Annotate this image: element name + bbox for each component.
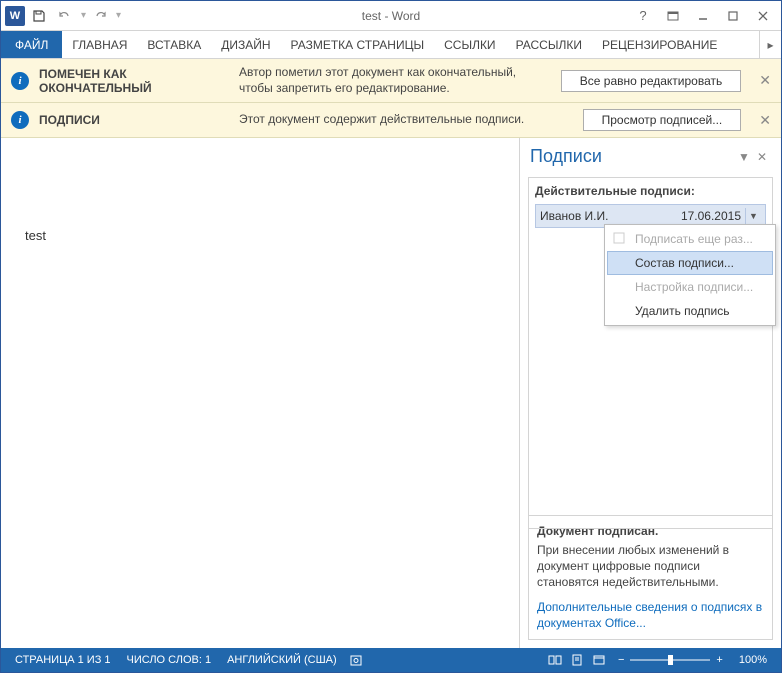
- menu-sign-again: Подписать еще раз...: [607, 227, 773, 251]
- tab-layout[interactable]: РАЗМЕТКА СТРАНИЦЫ: [281, 31, 435, 58]
- panel-header: Подписи ▼ ✕: [520, 138, 781, 173]
- infobar-final-title: ПОМЕЧЕН КАК ОКОНЧАТЕЛЬНЫЙ: [39, 67, 229, 95]
- zoom-thumb[interactable]: [668, 655, 673, 665]
- tab-insert[interactable]: ВСТАВКА: [137, 31, 211, 58]
- infobar-close-icon[interactable]: ✕: [759, 112, 771, 129]
- quick-access-toolbar: W ▾ ▾: [1, 4, 121, 28]
- view-signatures-button[interactable]: Просмотр подписей...: [583, 109, 742, 131]
- titlebar: W ▾ ▾ test - Word ?: [1, 1, 781, 31]
- signed-status-body: При внесении любых изменений в документ …: [537, 542, 764, 591]
- signature-dropdown-icon[interactable]: ▼: [745, 208, 761, 224]
- menu-item-label: Удалить подпись: [635, 304, 730, 318]
- tab-review[interactable]: РЕЦЕНЗИРОВАНИЕ: [592, 31, 727, 58]
- edit-anyway-button[interactable]: Все равно редактировать: [561, 70, 741, 92]
- info-icon: i: [11, 72, 29, 90]
- main-area: test Подписи ▼ ✕ Действительные подписи:…: [1, 138, 781, 648]
- menu-remove-signature[interactable]: Удалить подпись: [607, 299, 773, 323]
- zoom-level[interactable]: 100%: [731, 654, 775, 666]
- panel-title: Подписи: [530, 146, 735, 167]
- zoom-track[interactable]: [630, 659, 710, 661]
- document-content: test: [25, 228, 499, 243]
- maximize-button[interactable]: [719, 4, 747, 28]
- ribbon-tabs: ФАЙЛ ГЛАВНАЯ ВСТАВКА ДИЗАЙН РАЗМЕТКА СТР…: [1, 31, 781, 59]
- qat-customize-icon[interactable]: ▾: [116, 10, 121, 21]
- status-page[interactable]: СТРАНИЦА 1 ИЗ 1: [7, 654, 119, 666]
- panel-footer: Документ подписан. При внесении любых из…: [528, 515, 773, 640]
- view-web-icon[interactable]: [588, 653, 610, 667]
- save-icon[interactable]: [27, 4, 51, 28]
- signature-date: 17.06.2015: [681, 209, 741, 223]
- tab-file[interactable]: ФАЙЛ: [1, 31, 62, 58]
- menu-item-label: Подписать еще раз...: [635, 232, 753, 246]
- close-button[interactable]: [749, 4, 777, 28]
- macro-record-icon[interactable]: [345, 653, 367, 667]
- valid-signatures-label: Действительные подписи:: [535, 184, 766, 198]
- menu-signature-setup: Настройка подписи...: [607, 275, 773, 299]
- status-word-count[interactable]: ЧИСЛО СЛОВ: 1: [119, 654, 220, 666]
- signatures-help-link[interactable]: Дополнительные сведения о подписях в док…: [537, 599, 764, 631]
- info-icon: i: [11, 111, 29, 129]
- menu-item-label: Состав подписи...: [635, 256, 734, 270]
- tab-home[interactable]: ГЛАВНАЯ: [62, 31, 137, 58]
- document-area[interactable]: test: [1, 138, 519, 648]
- minimize-button[interactable]: [689, 4, 717, 28]
- ribbon-scroll-right-icon[interactable]: ▸: [759, 31, 781, 58]
- infobar-signatures: i ПОДПИСИ Этот документ содержит действи…: [1, 103, 781, 138]
- infobar-signatures-title: ПОДПИСИ: [39, 113, 229, 127]
- window-controls: ?: [629, 4, 781, 28]
- tab-design[interactable]: ДИЗАЙН: [211, 31, 280, 58]
- undo-icon[interactable]: [53, 4, 77, 28]
- signature-name: Иванов И.И.: [540, 209, 681, 223]
- redo-icon[interactable]: [88, 4, 112, 28]
- ribbon-display-icon[interactable]: [659, 4, 687, 28]
- menu-item-label: Настройка подписи...: [635, 280, 753, 294]
- view-read-icon[interactable]: [544, 653, 566, 667]
- statusbar: СТРАНИЦА 1 ИЗ 1 ЧИСЛО СЛОВ: 1 АНГЛИЙСКИЙ…: [1, 648, 781, 672]
- infobar-signatures-body: Этот документ содержит действительные по…: [239, 112, 573, 128]
- panel-body: Действительные подписи: Иванов И.И. 17.0…: [528, 177, 773, 529]
- undo-dropdown-icon[interactable]: ▾: [81, 10, 86, 21]
- signatures-panel: Подписи ▼ ✕ Действительные подписи: Иван…: [519, 138, 781, 648]
- infobar-close-icon[interactable]: ✕: [759, 72, 771, 89]
- infobar-final-body: Автор пометил этот документ как окончате…: [239, 65, 551, 96]
- zoom-in-icon[interactable]: +: [716, 654, 722, 666]
- panel-options-icon[interactable]: ▼: [735, 150, 753, 164]
- zoom-out-icon[interactable]: −: [618, 654, 624, 666]
- infobar-final: i ПОМЕЧЕН КАК ОКОНЧАТЕЛЬНЫЙ Автор помети…: [1, 59, 781, 103]
- panel-close-icon[interactable]: ✕: [753, 150, 771, 164]
- sign-icon: [613, 232, 627, 246]
- zoom-slider[interactable]: − +: [610, 654, 731, 666]
- view-print-icon[interactable]: [566, 653, 588, 667]
- tab-references[interactable]: ССЫЛКИ: [434, 31, 505, 58]
- tab-mailings[interactable]: РАССЫЛКИ: [506, 31, 592, 58]
- help-icon[interactable]: ?: [629, 4, 657, 28]
- word-app-icon[interactable]: W: [5, 6, 25, 26]
- signature-context-menu: Подписать еще раз... Состав подписи... Н…: [604, 224, 776, 326]
- menu-signature-details[interactable]: Состав подписи...: [607, 251, 773, 275]
- status-language[interactable]: АНГЛИЙСКИЙ (США): [219, 654, 345, 666]
